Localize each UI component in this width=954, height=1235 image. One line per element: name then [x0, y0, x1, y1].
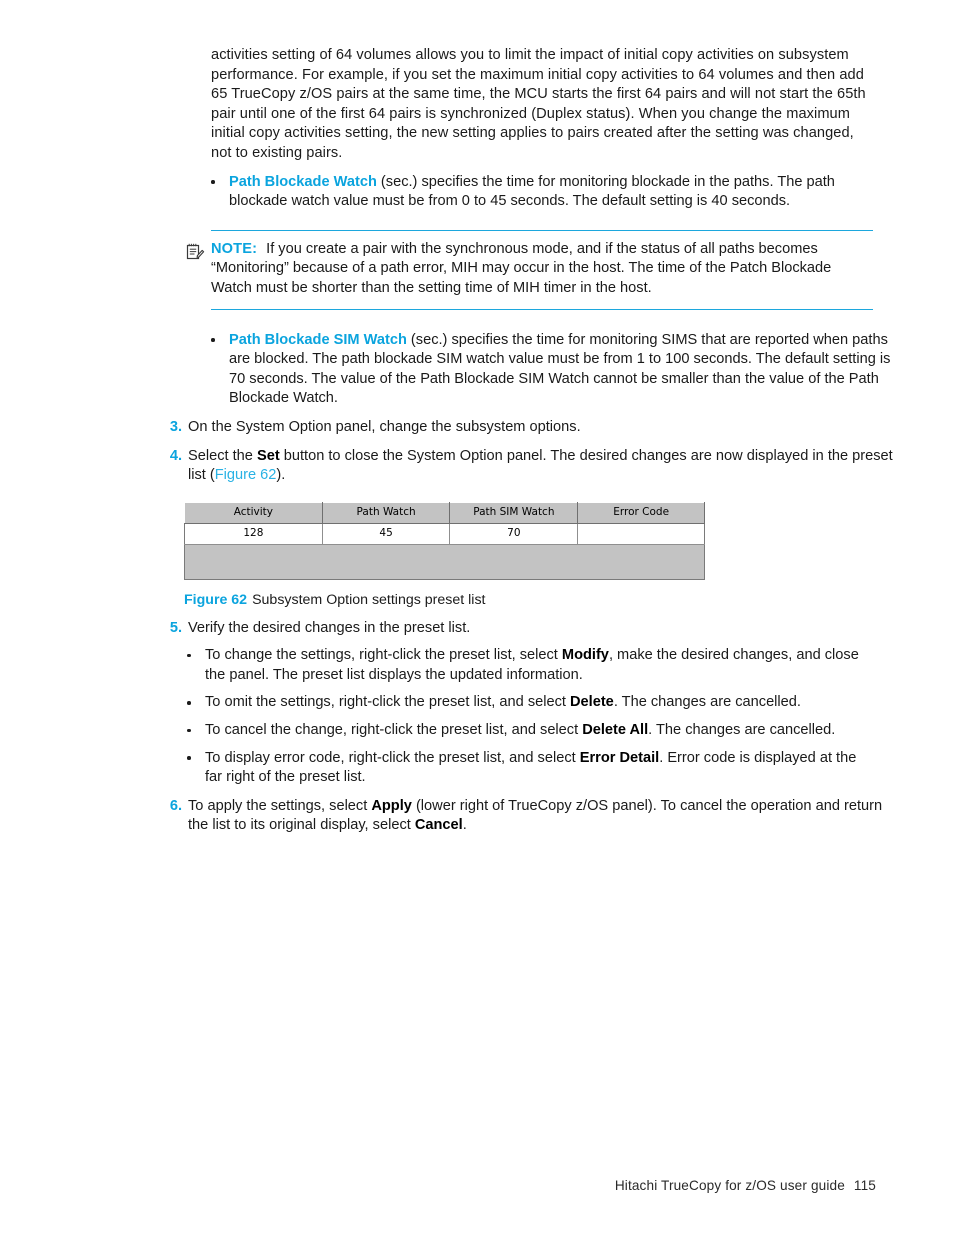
column-header-path-sim-watch[interactable]: Path SIM Watch — [449, 501, 579, 524]
step-3: 3. On the System Option panel, change th… — [164, 418, 900, 438]
step-4-text: Select the Set button to close the Syste… — [188, 448, 893, 484]
step-5-bullet-delete: To omit the settings, right-click the pr… — [187, 693, 871, 713]
cancel-button-reference: Cancel — [414, 817, 463, 834]
step-5-bullet-modify: To change the settings, right-click the … — [187, 646, 871, 685]
note-label: NOTE: — [211, 240, 258, 257]
menu-item-modify: Modify — [561, 647, 609, 664]
figure-62-image: Activity Path Watch Path SIM Watch Error… — [184, 501, 876, 580]
note-text: NOTE: If you create a pair with the synch… — [211, 240, 875, 299]
figure-62-link[interactable]: Figure 62 — [215, 467, 277, 483]
bullet-path-blockade-watch-text: Path Blockade Watch (sec.) specifies the… — [229, 174, 835, 210]
bullet-dot-icon — [211, 180, 215, 184]
bullet-error-detail-part1: To display error code, right-click the p… — [205, 749, 580, 766]
step-3-text: On the System Option panel, change the s… — [188, 418, 581, 435]
step-5-bullet-delete-text: To omit the settings, right-click the pr… — [205, 694, 801, 710]
step-5-bullet-modify-text: To change the settings, right-click the … — [205, 647, 859, 683]
cell-activity[interactable]: 128 — [184, 523, 323, 545]
column-header-error-code[interactable]: Error Code — [577, 501, 705, 524]
figure-number: Figure 62 — [184, 591, 248, 608]
step-4-part3: ). — [276, 467, 286, 484]
table-row[interactable]: 128 45 70 — [184, 523, 705, 545]
cell-error-code[interactable] — [577, 523, 705, 545]
bullet-dot-icon — [187, 700, 191, 705]
cell-path-watch[interactable]: 45 — [322, 523, 451, 545]
bullet-delete-part2: . The changes are cancelled. — [613, 694, 801, 711]
bullet-dot-icon — [187, 728, 191, 733]
page-content: activities setting of 64 volumes allows … — [164, 46, 893, 836]
note-bottom-rule — [211, 308, 873, 310]
step-5-bullet-error-detail-text: To display error code, right-click the p… — [205, 750, 856, 786]
step-5-bullet-error-detail: To display error code, right-click the p… — [187, 749, 871, 788]
cell-path-sim-watch[interactable]: 70 — [449, 523, 579, 545]
bullet-path-blockade-watch: Path Blockade Watch (sec.) specifies the… — [211, 173, 894, 212]
step-4-part1: Select the — [188, 447, 257, 464]
step-5: 5. Verify the desired changes in the pre… — [164, 619, 900, 639]
figure-62-caption: Figure 62 Subsystem Option settings prese… — [184, 591, 876, 610]
preset-list-table[interactable]: Activity Path Watch Path SIM Watch Error… — [184, 501, 705, 580]
bullet-path-blockade-sim-watch-text: Path Blockade SIM Watch (sec.) specifies… — [229, 332, 890, 407]
apply-button-reference: Apply — [371, 797, 412, 814]
bullet-dot-icon — [187, 756, 191, 760]
bullet-delete-all-part1: To cancel the change, right-click the pr… — [205, 722, 583, 739]
note-message: If you create a pair with the synchronou… — [211, 240, 832, 296]
column-header-path-watch[interactable]: Path Watch — [321, 501, 451, 524]
document-page: activities setting of 64 volumes allows … — [0, 0, 954, 1235]
note-admonition: NOTE: If you create a pair with the synch… — [186, 229, 875, 310]
step-5-bullet-delete-all-text: To cancel the change, right-click the pr… — [205, 722, 835, 738]
note-body: NOTE: If you create a pair with the synch… — [186, 231, 875, 309]
bullet-dot-icon — [187, 653, 191, 658]
step-6-number: 6. — [169, 797, 182, 814]
step-6-part1: To apply the settings, select — [188, 797, 372, 814]
bullet-delete-all-part2: . The changes are cancelled. — [648, 722, 836, 739]
set-button-reference: Set — [256, 447, 280, 464]
term-path-blockade-sim-watch: Path Blockade SIM Watch — [229, 331, 407, 348]
step-6-part3: . — [462, 817, 467, 834]
menu-item-delete-all: Delete All — [582, 722, 649, 739]
step-4: 4. Select the Set button to close the Sy… — [164, 447, 900, 486]
step-3-number: 3. — [169, 418, 182, 435]
intro-paragraph: activities setting of 64 volumes allows … — [211, 47, 866, 161]
note-pad-icon — [185, 242, 205, 262]
footer-page-number: 115 — [853, 1178, 876, 1193]
step-5-bullet-delete-all: To cancel the change, right-click the pr… — [187, 721, 871, 741]
term-path-blockade-watch: Path Blockade Watch — [229, 173, 377, 190]
bullet-delete-part1: To omit the settings, right-click the pr… — [205, 694, 570, 711]
figure-title: Subsystem Option settings preset list — [252, 591, 486, 608]
menu-item-error-detail: Error Detail — [579, 749, 660, 766]
step-4-number: 4. — [169, 447, 182, 464]
footer-guide-title: Hitachi TrueCopy for z/OS user guide — [614, 1178, 845, 1193]
bullet-modify-part1: To change the settings, right-click the … — [205, 647, 562, 664]
page-footer: Hitachi TrueCopy for z/OS user guide 115 — [0, 1178, 954, 1193]
bullet-dot-icon — [211, 338, 215, 342]
menu-item-delete: Delete — [570, 694, 614, 711]
preset-list-empty-area[interactable] — [184, 544, 705, 580]
step-5-number: 5. — [169, 619, 182, 636]
step-6: 6. To apply the settings, select Apply (… — [164, 797, 900, 836]
preset-list-header-row: Activity Path Watch Path SIM Watch Error… — [184, 501, 705, 524]
column-header-activity[interactable]: Activity — [184, 501, 323, 524]
step-5-text: Verify the desired changes in the preset… — [188, 619, 471, 636]
bullet-path-blockade-sim-watch: Path Blockade SIM Watch (sec.) specifies… — [211, 331, 894, 409]
step-4-part2: button to close the System Option panel.… — [188, 447, 893, 484]
empty-area-cell[interactable] — [184, 544, 705, 580]
step-6-text: To apply the settings, select Apply (low… — [188, 798, 882, 834]
